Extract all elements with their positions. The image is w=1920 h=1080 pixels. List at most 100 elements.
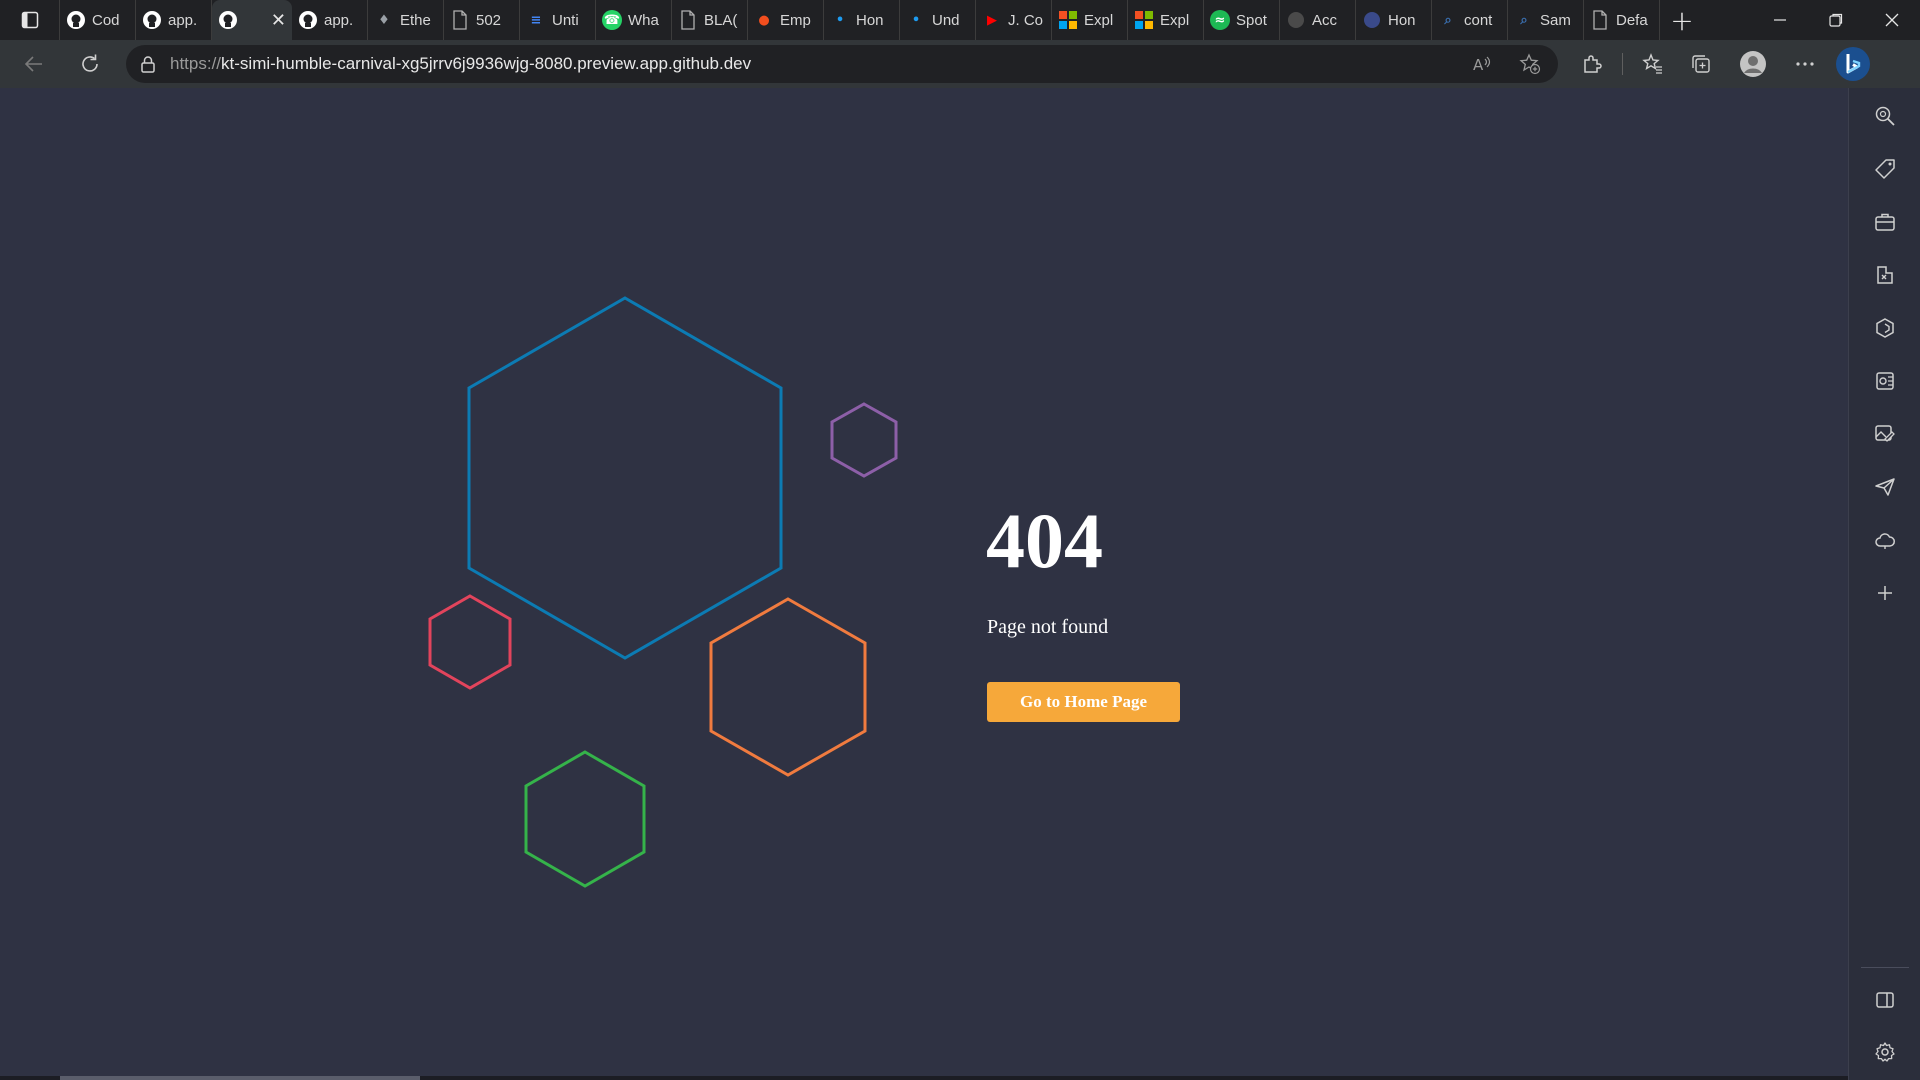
browser-toolbar: https://kt-simi-humble-carnival-xg5jrrv6… [0, 40, 1920, 88]
tab-actions-icon [21, 11, 38, 29]
profile-button[interactable] [1725, 40, 1781, 88]
tab-title: Hon [1388, 11, 1416, 29]
browser-tab[interactable]: • Hon [824, 0, 900, 40]
hexagon-medium-orange [709, 597, 867, 777]
twitter-icon: • [911, 12, 921, 28]
page-icon [1590, 10, 1610, 30]
browser-tab[interactable]: ≡ Unti [520, 0, 596, 40]
sidebar-tools-button[interactable] [1861, 198, 1909, 246]
search-icon: ⌕ [1520, 12, 1528, 28]
browser-tab[interactable]: Cod [60, 0, 136, 40]
bing-copilot-button[interactable] [1829, 40, 1877, 88]
sidebar-settings-button[interactable] [1861, 1028, 1909, 1076]
browser-tab[interactable]: ● Emp [748, 0, 824, 40]
edge-sidebar [1848, 88, 1920, 1080]
url-scheme: https:// [170, 54, 222, 73]
browser-tab[interactable]: Acc [1280, 0, 1356, 40]
tab-title: BLA( [704, 11, 738, 29]
ethereum-icon: ♦ [378, 12, 390, 28]
sidebar-office-button[interactable] [1861, 304, 1909, 352]
more-menu-button[interactable] [1781, 40, 1829, 88]
sidebar-outlook-button[interactable] [1861, 357, 1909, 405]
browser-tab[interactable]: ♦ Ethe [368, 0, 444, 40]
tab-title: Expl [1160, 11, 1190, 29]
tab-title: Defa [1616, 11, 1648, 29]
favorites-button[interactable] [1629, 40, 1677, 88]
sidebar-add-button[interactable] [1861, 569, 1909, 617]
docs-icon: ≡ [530, 12, 542, 28]
browser-tab[interactable]: app. [136, 0, 212, 40]
tab-strip: Cod app. ✕ app. ♦ Ethe 502 ≡ Unti ☎ Wha BLA(● Emp • Ho… [0, 0, 1920, 40]
tab-title: Und [932, 11, 960, 29]
collections-button[interactable] [1677, 40, 1725, 88]
browser-tab[interactable]: Defa [1584, 0, 1660, 40]
sidebar-bottom [1860, 967, 1909, 1080]
scrollbar-thumb[interactable] [60, 1076, 420, 1080]
browser-tab[interactable]: Hon [1356, 0, 1432, 40]
tab-title: Unti [552, 11, 579, 29]
address-bar[interactable]: https://kt-simi-humble-carnival-xg5jrrv6… [126, 45, 1558, 83]
tab-title: Expl [1084, 11, 1114, 29]
extensions-button[interactable] [1568, 40, 1616, 88]
sidebar-games-button[interactable] [1861, 251, 1909, 299]
minimize-icon [1774, 19, 1786, 21]
bing-icon [1836, 47, 1870, 81]
browser-tab[interactable]: 502 [444, 0, 520, 40]
browser-tab[interactable]: Expl [1052, 0, 1128, 40]
browser-tab[interactable]: ▶ J. Co [976, 0, 1052, 40]
browser-tab[interactable]: ✕ [212, 0, 292, 40]
sidebar-image-creator-button[interactable] [1861, 410, 1909, 458]
tab-list: Cod app. ✕ app. ♦ Ethe 502 ≡ Unti ☎ Wha BLA(● Emp • Ho… [60, 0, 1660, 40]
send-icon [1874, 478, 1895, 496]
read-aloud-icon[interactable]: A [1460, 45, 1504, 83]
browser-tab[interactable]: app. [292, 0, 368, 40]
whatsapp-icon: ☎ [602, 10, 622, 30]
puzzle-icon [1584, 55, 1602, 73]
browser-tab[interactable]: BLA( [672, 0, 748, 40]
github-icon [218, 10, 238, 30]
browser-tab[interactable]: ⌕ cont [1432, 0, 1508, 40]
plus-icon [1877, 586, 1892, 600]
browser-tab[interactable]: ☎ Wha [596, 0, 672, 40]
go-home-button[interactable]: Go to Home Page [987, 682, 1180, 722]
new-tab-button[interactable]: + [1660, 0, 1704, 40]
tab-title: Sam [1540, 11, 1571, 29]
account-icon [1286, 10, 1306, 30]
horizontal-scrollbar[interactable] [0, 1076, 1848, 1080]
hexagon-illustration [428, 296, 898, 888]
twitter-icon: • [835, 12, 845, 28]
lock-icon[interactable] [126, 45, 170, 83]
tag-icon [1874, 159, 1895, 179]
browser-tab[interactable]: • Und [900, 0, 976, 40]
tab-title: Emp [780, 11, 811, 29]
url-text[interactable]: https://kt-simi-humble-carnival-xg5jrrv6… [170, 54, 751, 74]
hexagon-small-red [428, 594, 512, 690]
browser-tab[interactable]: Expl [1128, 0, 1204, 40]
toolbar-right [1568, 40, 1877, 88]
refresh-icon [82, 54, 98, 72]
back-button[interactable] [10, 40, 58, 88]
page-icon [450, 10, 470, 30]
add-favorite-icon[interactable] [1508, 45, 1552, 83]
settings-icon [1874, 1042, 1895, 1062]
sidebar-shopping-button[interactable] [1861, 145, 1909, 193]
sidebar-search-button[interactable] [1861, 92, 1909, 140]
sidebar-onedrive-button[interactable] [1861, 516, 1909, 564]
restore-button[interactable] [1808, 0, 1864, 40]
youtube-icon: ▶ [987, 12, 997, 28]
sidebar-hide-button[interactable] [1861, 976, 1909, 1024]
refresh-button[interactable] [66, 40, 114, 88]
sidebar-drop-button[interactable] [1861, 463, 1909, 511]
browser-tab[interactable]: ⌕ Sam [1508, 0, 1584, 40]
error-message: Page not found [987, 616, 1109, 638]
browser-tab[interactable]: ≈ Spot [1204, 0, 1280, 40]
url-host: kt-simi-humble-carnival-xg5jrrv6j9936wjg… [221, 54, 752, 73]
tab-actions-button[interactable] [0, 0, 60, 40]
window-controls [1752, 0, 1920, 40]
favorites-star-icon [1642, 53, 1662, 74]
close-tab-icon[interactable]: ✕ [271, 10, 286, 31]
briefcase-icon [1874, 213, 1895, 231]
minimize-button[interactable] [1752, 0, 1808, 40]
close-window-button[interactable] [1864, 0, 1920, 40]
office-icon [1875, 318, 1894, 338]
